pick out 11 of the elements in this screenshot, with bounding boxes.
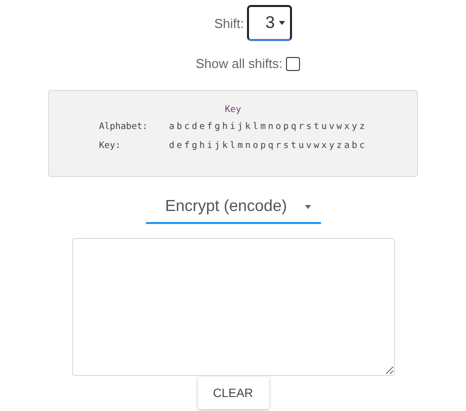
shift-label: Shift: [214,16,244,30]
show-all-shifts-label: Show all shifts: [196,56,282,71]
row-label: Alphabet: [98,122,149,132]
letter-sequence: abcdefghijklmnopqrstuvwxyz [168,122,368,132]
key-title: Key [224,105,242,115]
row-label: Key: [98,141,122,151]
mode-dropdown[interactable]: Encrypt (encode) [146,191,320,224]
show-all-shifts-checkbox[interactable] [286,56,300,70]
letter-sequence: defghijklmnopqrstuvwxyzabc [168,141,368,151]
shift-select[interactable]: 3 [246,5,292,41]
clear-button[interactable]: CLEAR [198,377,268,409]
